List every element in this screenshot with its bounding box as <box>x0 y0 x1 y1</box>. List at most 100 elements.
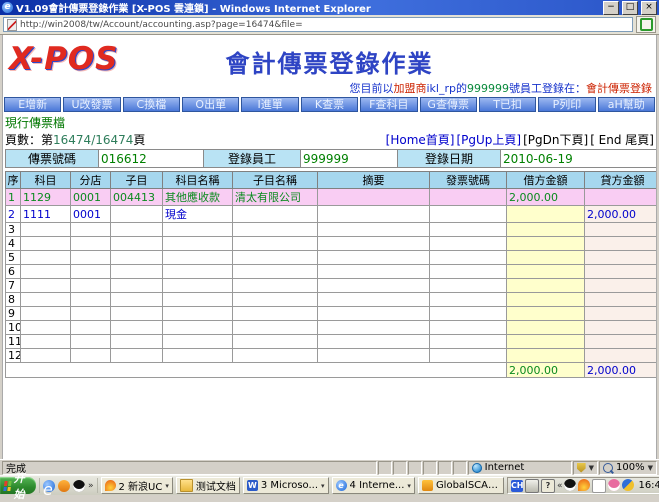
grid-cell[interactable]: 3 <box>5 222 21 237</box>
grid-cell[interactable] <box>317 334 430 349</box>
grid-cell[interactable] <box>20 250 71 265</box>
grid-cell[interactable] <box>70 292 111 307</box>
grid-cell[interactable] <box>110 320 163 335</box>
grid-cell[interactable]: 現金 <box>162 205 233 223</box>
grid-cell[interactable] <box>70 250 111 265</box>
toolbar-button-2[interactable]: C換檔 <box>122 97 181 112</box>
grid-cell[interactable] <box>317 236 430 251</box>
grid-cell[interactable] <box>110 250 163 265</box>
close-button[interactable]: × <box>641 0 657 15</box>
grid-cell[interactable] <box>162 320 233 335</box>
grid-cell[interactable] <box>232 292 318 307</box>
grid-row-6[interactable]: 6 <box>5 264 656 279</box>
grid-cell[interactable] <box>506 222 585 237</box>
grid-cell[interactable] <box>110 334 163 349</box>
grid-cell[interactable] <box>317 188 430 206</box>
grid-cell[interactable] <box>162 306 233 321</box>
toolbar-button-9[interactable]: P列印 <box>538 97 596 112</box>
grid-cell[interactable] <box>232 334 318 349</box>
grid-cell[interactable] <box>70 278 111 293</box>
grid-cell[interactable] <box>20 320 71 335</box>
nav-link-1[interactable]: [PgUp上頁] <box>456 133 521 147</box>
grid-cell[interactable] <box>162 222 233 237</box>
nav-link-0[interactable]: [Home首頁] <box>386 133 455 147</box>
grid-cell[interactable] <box>162 334 233 349</box>
grid-cell[interactable] <box>110 292 163 307</box>
printer-icon[interactable] <box>524 478 539 493</box>
grid-cell[interactable] <box>506 292 585 307</box>
input-method-icon[interactable] <box>622 478 635 491</box>
grid-cell[interactable] <box>232 264 318 279</box>
grid-cell[interactable] <box>429 292 507 307</box>
grid-cell[interactable] <box>20 334 71 349</box>
grid-cell[interactable] <box>429 188 507 206</box>
grid-cell[interactable] <box>162 264 233 279</box>
maximize-button[interactable]: □ <box>622 0 638 15</box>
grid-cell[interactable] <box>317 205 430 223</box>
qq-pink-icon[interactable] <box>608 478 621 491</box>
grid-cell[interactable] <box>584 250 656 265</box>
grid-cell[interactable] <box>70 320 111 335</box>
toolbar-button-1[interactable]: U改發票 <box>63 97 121 112</box>
grid-cell[interactable] <box>20 278 71 293</box>
grid-cell[interactable] <box>506 334 585 349</box>
grid-cell[interactable] <box>70 334 111 349</box>
grid-row-4[interactable]: 4 <box>5 236 656 251</box>
grid-cell[interactable] <box>110 236 163 251</box>
grid-cell[interactable] <box>162 250 233 265</box>
toolbar-button-6[interactable]: F查科目 <box>360 97 418 112</box>
grid-cell[interactable]: 12 <box>5 348 21 363</box>
grid-cell[interactable] <box>584 334 656 349</box>
grid-cell[interactable] <box>429 278 507 293</box>
form-value-2[interactable]: 2010-06-19 <box>500 149 656 168</box>
task-button-4[interactable]: GlobalSCAP... <box>417 477 504 494</box>
grid-cell[interactable]: 10 <box>5 320 21 335</box>
address-input[interactable]: http://win2008/tw/Account/accounting.asp… <box>3 17 633 32</box>
grid-cell[interactable] <box>70 348 111 363</box>
grid-cell[interactable] <box>20 264 71 279</box>
task-button-2[interactable]: W3 Microso... ▾ <box>242 477 329 494</box>
grid-cell[interactable]: 2,000.00 <box>584 205 656 223</box>
help-icon[interactable]: ? <box>540 478 555 493</box>
grid-cell[interactable] <box>20 306 71 321</box>
grid-cell[interactable] <box>162 348 233 363</box>
grid-cell[interactable] <box>232 236 318 251</box>
grid-cell[interactable] <box>506 306 585 321</box>
grid-cell[interactable] <box>232 320 318 335</box>
grid-row-1[interactable]: 1 1129 0001 004413 其他應收款 清太有限公司 2,000.00 <box>5 188 656 206</box>
grid-cell[interactable] <box>110 205 163 223</box>
task-button-0[interactable]: 2 新浪UC ▾ <box>100 477 173 494</box>
grid-cell[interactable]: 8 <box>5 292 21 307</box>
grid-cell[interactable] <box>317 264 430 279</box>
minimize-button[interactable]: − <box>603 0 619 15</box>
grid-cell[interactable] <box>162 278 233 293</box>
qq-icon[interactable] <box>564 478 577 491</box>
grid-row-2[interactable]: 2 1111 0001 現金 2,000.00 <box>5 205 656 223</box>
grid-cell[interactable] <box>429 306 507 321</box>
grid-cell[interactable] <box>20 348 71 363</box>
grid-cell[interactable] <box>506 278 585 293</box>
refresh-button[interactable] <box>636 16 656 33</box>
grid-cell[interactable] <box>506 348 585 363</box>
grid-cell[interactable] <box>584 306 656 321</box>
grid-cell[interactable]: 2 <box>5 205 21 223</box>
overflow-chevron-icon[interactable]: » <box>88 481 94 491</box>
grid-cell[interactable]: 2,000.00 <box>506 188 585 206</box>
grid-row-5[interactable]: 5 <box>5 250 656 265</box>
toolbar-button-5[interactable]: K查票 <box>300 97 359 112</box>
grid-cell[interactable]: 004413 <box>110 188 163 206</box>
grid-cell[interactable] <box>110 222 163 237</box>
toolbar-button-4[interactable]: I進單 <box>241 97 299 112</box>
grid-cell[interactable] <box>110 264 163 279</box>
grid-cell[interactable] <box>584 292 656 307</box>
task-button-3[interactable]: e4 Interne... ▾ <box>331 477 415 494</box>
toolbar-button-8[interactable]: T已扣 <box>478 97 537 112</box>
grid-cell[interactable]: 11 <box>5 334 21 349</box>
grid-row-11[interactable]: 11 <box>5 334 656 349</box>
grid-cell[interactable] <box>317 292 430 307</box>
grid-cell[interactable] <box>110 348 163 363</box>
grid-cell[interactable] <box>429 334 507 349</box>
grid-cell[interactable] <box>584 278 656 293</box>
grid-cell[interactable] <box>317 250 430 265</box>
grid-cell[interactable]: 清太有限公司 <box>232 188 318 206</box>
